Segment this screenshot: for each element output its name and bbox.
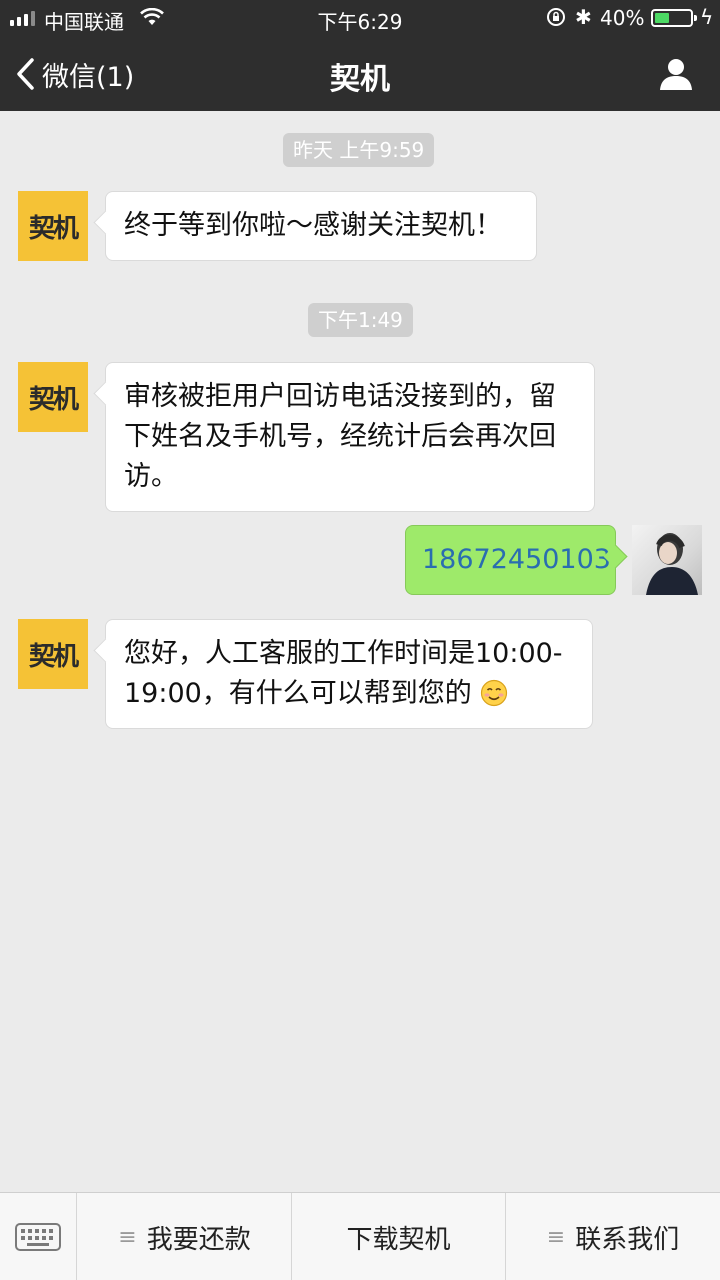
charging-icon: ϟ [700, 5, 714, 29]
keyboard-icon [15, 1223, 61, 1251]
menu-list-icon: ≡ [546, 1224, 566, 1250]
menu-download[interactable]: 下载契机 [292, 1193, 506, 1280]
menu-list-icon: ≡ [118, 1224, 137, 1250]
battery-level [655, 13, 669, 23]
timestamp: 下午1:49 [308, 303, 413, 337]
menu-contact[interactable]: ≡ 联系我们 [506, 1193, 720, 1280]
user-photo [646, 533, 698, 595]
keyboard-toggle-button[interactable] [0, 1193, 77, 1280]
smile-emoji-icon [481, 679, 508, 707]
back-button[interactable]: 微信(1) [14, 54, 134, 94]
top-bar: 中国联通 下午6:29 ✱ 40% ϟ 微信(1) 契机 [0, 0, 720, 111]
message-bubble[interactable]: 审核被拒用户回访电话没接到的，留下姓名及手机号，经统计后会再次回访。 [105, 362, 595, 512]
bot-avatar[interactable]: 契机 [18, 619, 88, 689]
menu-label: 联系我们 [575, 1224, 680, 1255]
phone-number-link[interactable]: 18672450103 [422, 544, 611, 575]
bot-avatar[interactable]: 契机 [18, 362, 88, 432]
battery-icon [651, 9, 697, 27]
bottom-menu-bar: ≡ 我要还款 下载契机 ≡ 联系我们 [0, 1192, 720, 1280]
menu-label: 下载契机 [346, 1224, 451, 1255]
orientation-lock-icon [547, 8, 565, 26]
message-bubble[interactable]: 您好，人工客服的工作时间是10:00-19:00，有什么可以帮到您的 [105, 619, 593, 729]
back-label: 微信(1) [42, 61, 135, 93]
user-avatar[interactable] [632, 525, 702, 595]
menu-label: 我要还款 [146, 1224, 251, 1255]
message-bubble[interactable]: 终于等到你啦～感谢关注契机！ [105, 191, 537, 261]
profile-icon[interactable] [658, 56, 694, 92]
timestamp: 昨天 上午9:59 [283, 133, 435, 167]
bluetooth-icon: ✱ [575, 5, 592, 29]
nav-bar: 微信(1) 契机 [0, 36, 720, 111]
status-bar: 中国联通 下午6:29 ✱ 40% ϟ [0, 0, 720, 36]
battery-percent: 40% [600, 6, 645, 30]
chat-area[interactable]: 昨天 上午9:59 契机 终于等到你啦～感谢关注契机！ 下午1:49 契机 审核… [0, 111, 720, 1192]
sent-message-bubble[interactable]: 18672450103 [405, 525, 616, 595]
chevron-left-icon [17, 58, 34, 90]
menu-repay[interactable]: ≡ 我要还款 [78, 1193, 292, 1280]
bot-avatar[interactable]: 契机 [18, 191, 88, 261]
